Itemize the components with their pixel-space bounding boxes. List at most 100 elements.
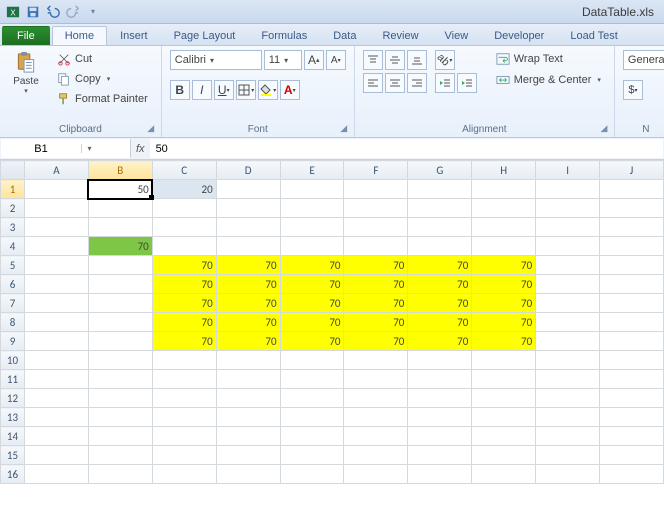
- cell[interactable]: [408, 370, 472, 389]
- cell[interactable]: [408, 389, 472, 408]
- undo-icon[interactable]: [44, 3, 62, 21]
- row-header-14[interactable]: 14: [1, 427, 25, 446]
- cell[interactable]: [280, 408, 344, 427]
- cell[interactable]: [216, 370, 280, 389]
- tab-home[interactable]: Home: [52, 26, 107, 45]
- cell[interactable]: [216, 446, 280, 465]
- cell[interactable]: [88, 370, 152, 389]
- name-box[interactable]: ▾: [1, 139, 131, 158]
- cell[interactable]: 70: [280, 294, 344, 313]
- cell[interactable]: [280, 370, 344, 389]
- row-header-2[interactable]: 2: [1, 199, 25, 218]
- bold-button[interactable]: B: [170, 80, 190, 100]
- tab-file[interactable]: File: [2, 26, 50, 45]
- increase-indent-button[interactable]: [457, 73, 477, 93]
- cell[interactable]: 70: [280, 275, 344, 294]
- cell[interactable]: [472, 370, 536, 389]
- cell[interactable]: [344, 180, 408, 199]
- row-header-12[interactable]: 12: [1, 389, 25, 408]
- cell-c1[interactable]: 20: [152, 180, 216, 199]
- align-middle-button[interactable]: [385, 50, 405, 70]
- font-color-button[interactable]: A▾: [280, 80, 300, 100]
- cell[interactable]: 70: [152, 256, 216, 275]
- cell[interactable]: [536, 389, 600, 408]
- cell[interactable]: [24, 351, 88, 370]
- cell[interactable]: [536, 408, 600, 427]
- cell[interactable]: [152, 351, 216, 370]
- cell[interactable]: [344, 199, 408, 218]
- cell[interactable]: [536, 237, 600, 256]
- col-header-a[interactable]: A: [24, 161, 88, 180]
- cell[interactable]: [536, 218, 600, 237]
- save-icon[interactable]: [24, 3, 42, 21]
- cell[interactable]: [600, 408, 664, 427]
- col-header-c[interactable]: C: [152, 161, 216, 180]
- cell[interactable]: 70: [472, 256, 536, 275]
- tab-view[interactable]: View: [432, 26, 482, 45]
- cell[interactable]: [344, 427, 408, 446]
- cell[interactable]: [24, 218, 88, 237]
- row-header-8[interactable]: 8: [1, 313, 25, 332]
- cell[interactable]: [152, 389, 216, 408]
- cell[interactable]: 70: [280, 332, 344, 351]
- cell[interactable]: [408, 237, 472, 256]
- col-header-e[interactable]: E: [280, 161, 344, 180]
- cell[interactable]: [536, 313, 600, 332]
- worksheet[interactable]: A B C D E F G H I J 15020 2 3 470 570707…: [0, 160, 664, 484]
- fill-color-button[interactable]: ▾: [258, 80, 278, 100]
- cell[interactable]: [216, 351, 280, 370]
- cell[interactable]: 70: [408, 275, 472, 294]
- cell[interactable]: [24, 370, 88, 389]
- cell[interactable]: [216, 465, 280, 484]
- cell[interactable]: 70: [344, 256, 408, 275]
- cell[interactable]: 70: [472, 294, 536, 313]
- cell[interactable]: [600, 427, 664, 446]
- cell[interactable]: [152, 199, 216, 218]
- cell[interactable]: 70: [344, 275, 408, 294]
- name-box-input[interactable]: [1, 143, 81, 155]
- cell[interactable]: [344, 218, 408, 237]
- cell[interactable]: 70: [152, 332, 216, 351]
- cell[interactable]: [152, 237, 216, 256]
- cell[interactable]: [24, 256, 88, 275]
- cell[interactable]: [88, 389, 152, 408]
- cell[interactable]: 70: [344, 313, 408, 332]
- cell[interactable]: [88, 275, 152, 294]
- cell[interactable]: [536, 294, 600, 313]
- col-header-j[interactable]: J: [600, 161, 664, 180]
- cell[interactable]: [600, 275, 664, 294]
- number-format-combo[interactable]: Genera: [623, 50, 664, 70]
- cell[interactable]: [472, 389, 536, 408]
- cell[interactable]: [24, 332, 88, 351]
- underline-button[interactable]: U▾: [214, 80, 234, 100]
- tab-review[interactable]: Review: [369, 26, 431, 45]
- cell[interactable]: [472, 180, 536, 199]
- cell[interactable]: [24, 180, 88, 199]
- cell[interactable]: [280, 465, 344, 484]
- tab-page-layout[interactable]: Page Layout: [161, 26, 249, 45]
- cell[interactable]: [536, 351, 600, 370]
- cell[interactable]: 70: [408, 256, 472, 275]
- cell[interactable]: [600, 351, 664, 370]
- wrap-text-button[interactable]: Wrap Text: [491, 50, 606, 68]
- decrease-indent-button[interactable]: [435, 73, 455, 93]
- cell[interactable]: [536, 446, 600, 465]
- cell[interactable]: [344, 389, 408, 408]
- col-header-i[interactable]: I: [536, 161, 600, 180]
- cell[interactable]: [472, 465, 536, 484]
- cell[interactable]: 70: [216, 332, 280, 351]
- cell[interactable]: [344, 237, 408, 256]
- cell[interactable]: [152, 408, 216, 427]
- cell[interactable]: 70: [152, 275, 216, 294]
- cell[interactable]: [408, 427, 472, 446]
- cell[interactable]: [536, 275, 600, 294]
- cell[interactable]: [24, 237, 88, 256]
- col-header-h[interactable]: H: [472, 161, 536, 180]
- cell[interactable]: [216, 427, 280, 446]
- cell[interactable]: [536, 427, 600, 446]
- col-header-d[interactable]: D: [216, 161, 280, 180]
- cell[interactable]: [344, 465, 408, 484]
- cell[interactable]: [536, 256, 600, 275]
- cell[interactable]: [280, 218, 344, 237]
- cell[interactable]: 70: [408, 294, 472, 313]
